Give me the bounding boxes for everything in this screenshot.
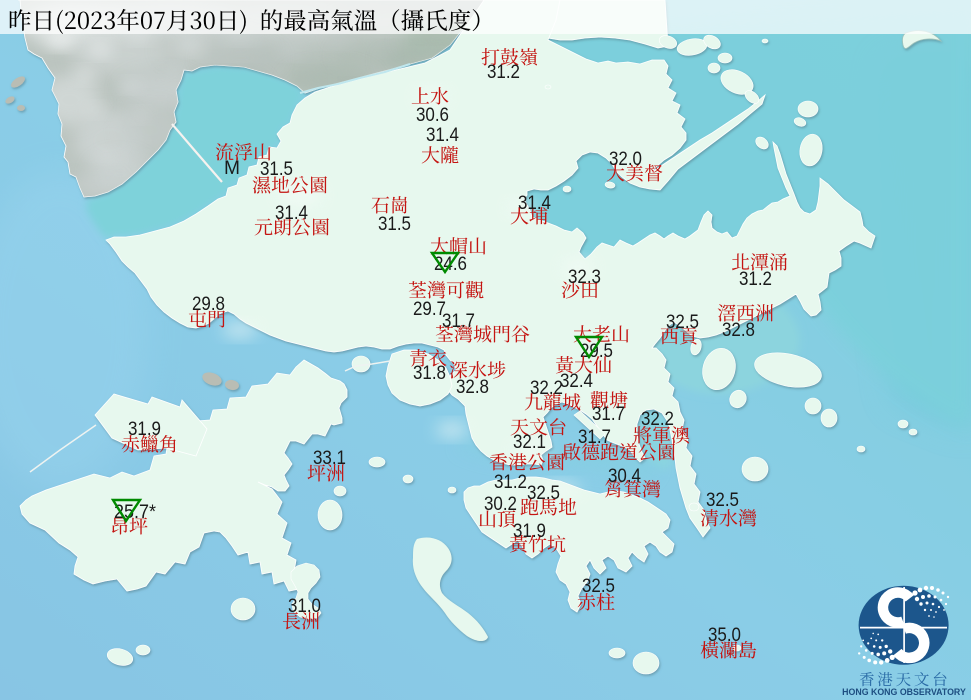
svg-text:31.2: 31.2 xyxy=(739,269,772,290)
svg-text:31.7: 31.7 xyxy=(442,311,475,332)
svg-text:31.9: 31.9 xyxy=(128,419,161,440)
svg-text:31.5: 31.5 xyxy=(260,159,293,180)
svg-text:32.5: 32.5 xyxy=(582,576,615,597)
svg-text:31.7: 31.7 xyxy=(592,404,625,425)
svg-text:30.6: 30.6 xyxy=(416,105,449,126)
svg-text:31.4: 31.4 xyxy=(518,193,551,214)
svg-text:32.2: 32.2 xyxy=(530,378,563,399)
svg-text:32.5: 32.5 xyxy=(527,483,560,504)
svg-text:31.2: 31.2 xyxy=(487,62,520,83)
svg-text:31.7: 31.7 xyxy=(578,427,611,448)
svg-text:29.8: 29.8 xyxy=(192,294,225,315)
svg-text:31.9: 31.9 xyxy=(513,521,546,542)
svg-text:35.0: 35.0 xyxy=(708,625,741,646)
svg-text:32.2: 32.2 xyxy=(641,409,674,430)
svg-text:32.8: 32.8 xyxy=(722,320,755,341)
svg-text:32.0: 32.0 xyxy=(609,149,642,170)
svg-text:30.4: 30.4 xyxy=(608,466,641,487)
svg-text:M: M xyxy=(224,158,240,179)
svg-text:30.2: 30.2 xyxy=(484,494,517,515)
svg-text:32.8: 32.8 xyxy=(456,377,489,398)
svg-text:32.1: 32.1 xyxy=(513,432,546,453)
svg-text:32.4: 32.4 xyxy=(560,371,593,392)
svg-text:31.0: 31.0 xyxy=(288,596,321,617)
svg-text:32.5: 32.5 xyxy=(666,312,699,333)
svg-text:32.3: 32.3 xyxy=(568,267,601,288)
svg-text:33.1: 33.1 xyxy=(313,448,346,469)
svg-text:31.2: 31.2 xyxy=(494,472,527,493)
svg-text:31.8: 31.8 xyxy=(413,363,446,384)
svg-text:HONG KONG OBSERVATORY: HONG KONG OBSERVATORY xyxy=(842,687,966,697)
svg-text:31.4: 31.4 xyxy=(426,125,459,146)
svg-text:31.4: 31.4 xyxy=(275,203,308,224)
svg-text:32.5: 32.5 xyxy=(706,490,739,511)
svg-text:31.5: 31.5 xyxy=(378,214,411,235)
